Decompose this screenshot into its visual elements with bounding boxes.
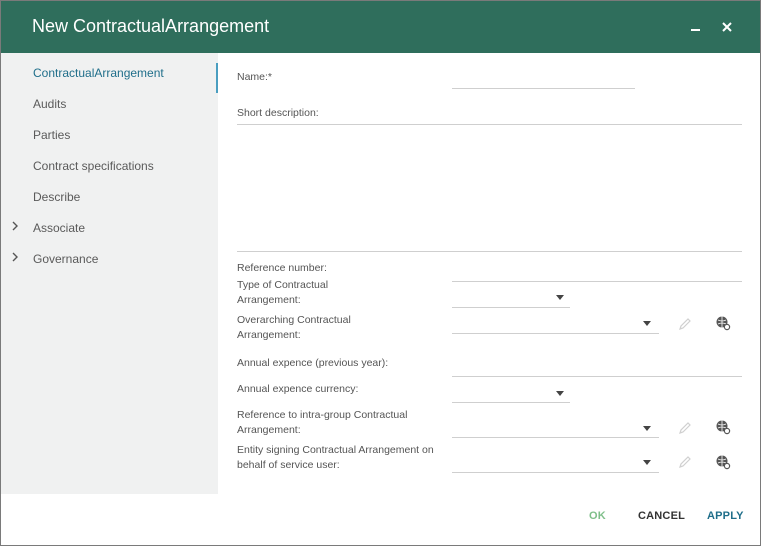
intra-group-select[interactable] xyxy=(452,419,659,437)
globe-link-icon[interactable] xyxy=(715,419,731,435)
sidebar-item-label: ContractualArrangement xyxy=(33,66,164,80)
short-description-textarea[interactable] xyxy=(237,125,742,251)
type-label-line1: Type of Contractual xyxy=(237,279,329,291)
reference-number-label: Reference number: xyxy=(237,262,327,274)
dialog-title: New ContractualArrangement xyxy=(32,16,270,36)
annual-expence-input[interactable] xyxy=(452,376,742,377)
entity-signing-underline xyxy=(452,472,659,473)
annual-currency-underline xyxy=(452,402,570,403)
new-contractual-arrangement-dialog: New ContractualArrangement ContractualAr… xyxy=(0,0,761,546)
ok-button[interactable]: OK xyxy=(589,510,606,522)
sidebar-nav: ContractualArrangement Audits Parties Co… xyxy=(1,53,218,494)
short-description-label: Short description: xyxy=(237,107,319,119)
reference-number-input[interactable] xyxy=(452,281,742,282)
entity-signing-select[interactable] xyxy=(452,454,659,472)
intra-group-underline xyxy=(452,437,659,438)
globe-link-icon[interactable] xyxy=(715,454,731,470)
sidebar-item-label: Describe xyxy=(33,190,81,204)
chevron-right-icon xyxy=(12,221,18,231)
annual-currency-label: Annual expence currency: xyxy=(237,383,359,395)
type-select-underline xyxy=(452,307,570,308)
sidebar-item-associate[interactable]: Associate xyxy=(1,213,218,244)
chevron-down-icon xyxy=(643,321,651,326)
close-icon xyxy=(722,22,732,32)
minimize-icon xyxy=(691,29,700,31)
type-label-line2: Arrangement: xyxy=(237,294,301,306)
pencil-icon[interactable] xyxy=(677,316,693,332)
sidebar-item-contract-specifications[interactable]: Contract specifications xyxy=(1,151,218,182)
sidebar-item-label: Associate xyxy=(33,221,86,235)
sidebar-item-describe[interactable]: Describe xyxy=(1,182,218,213)
short-description-bottom-divider xyxy=(237,251,742,252)
sidebar-item-audits[interactable]: Audits xyxy=(1,89,218,120)
annual-currency-select[interactable] xyxy=(452,384,570,402)
overarching-label-line1: Overarching Contractual xyxy=(237,314,351,326)
annual-expence-label: Annual expence (previous year): xyxy=(237,357,389,369)
chevron-down-icon xyxy=(556,295,564,300)
sidebar-item-label: Audits xyxy=(33,97,67,111)
overarching-select[interactable] xyxy=(452,315,659,333)
entity-signing-label-line1: Entity signing Contractual Arrangement o… xyxy=(237,444,434,456)
dialog-titlebar: New ContractualArrangement xyxy=(1,1,760,53)
sidebar-item-governance[interactable]: Governance xyxy=(1,244,218,275)
name-label: Name:* xyxy=(237,71,273,83)
sidebar-item-contractual-arrangement[interactable]: ContractualArrangement xyxy=(1,58,218,93)
chevron-right-icon xyxy=(12,252,18,262)
globe-link-icon[interactable] xyxy=(715,315,731,331)
pencil-icon[interactable] xyxy=(677,420,693,436)
type-select[interactable] xyxy=(452,289,570,307)
name-input[interactable] xyxy=(452,88,635,89)
intra-group-label-line1: Reference to intra-group Contractual xyxy=(237,409,408,421)
chevron-down-icon xyxy=(643,460,651,465)
overarching-select-underline xyxy=(452,333,659,334)
close-button[interactable] xyxy=(716,16,738,38)
chevron-down-icon xyxy=(643,426,651,431)
sidebar-item-parties[interactable]: Parties xyxy=(1,120,218,151)
intra-group-label-line2: Arrangement: xyxy=(237,424,301,436)
sidebar-item-label: Parties xyxy=(33,128,71,142)
entity-signing-label-line2: behalf of service user: xyxy=(237,459,340,471)
sidebar-item-label: Governance xyxy=(33,252,99,266)
pencil-icon[interactable] xyxy=(677,454,693,470)
minimize-button[interactable] xyxy=(685,16,707,38)
sidebar-item-label: Contract specifications xyxy=(33,159,154,173)
cancel-button[interactable]: CANCEL xyxy=(638,510,685,522)
chevron-down-icon xyxy=(556,391,564,396)
apply-button[interactable]: APPLY xyxy=(707,510,744,522)
overarching-label-line2: Arrangement: xyxy=(237,329,301,341)
form-area: Name:* Short description: Reference numb… xyxy=(219,53,760,494)
